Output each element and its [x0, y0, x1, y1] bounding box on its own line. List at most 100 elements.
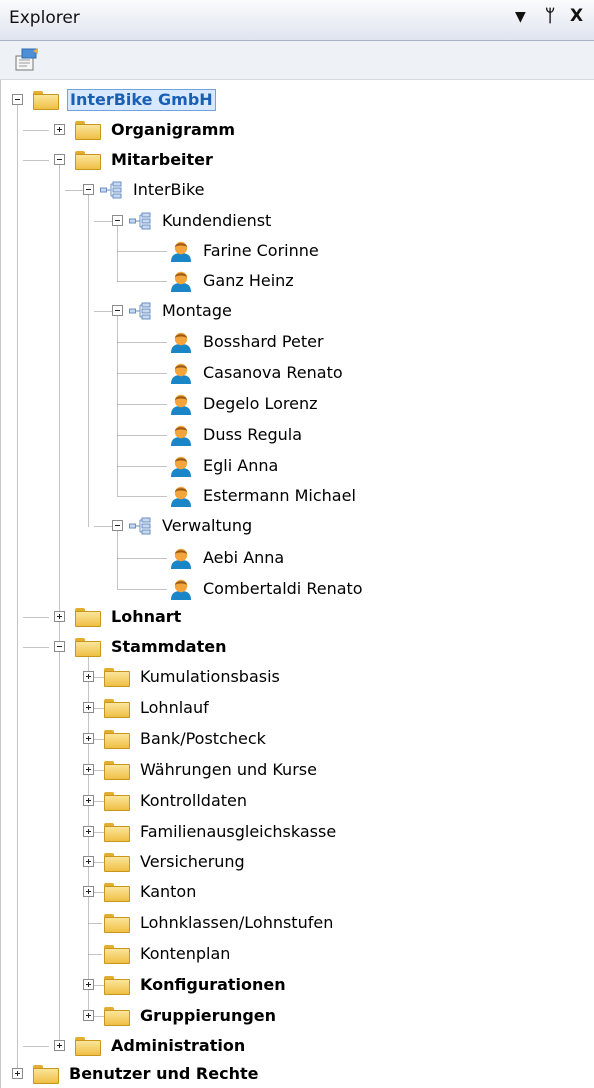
expand-toggle-icon[interactable] — [83, 702, 94, 713]
tree-node-konfigurationen[interactable]: Konfigurationen — [83, 972, 288, 998]
expand-toggle-icon[interactable] — [83, 764, 94, 775]
tree-node-stammdaten[interactable]: Stammdaten — [54, 634, 228, 660]
tree-node-lohnklassen[interactable]: Lohnklassen/Lohnstufen — [104, 910, 335, 936]
expand-toggle-icon[interactable] — [83, 733, 94, 744]
collapse-toggle-icon[interactable] — [83, 184, 94, 195]
tree-node-kumulationsbasis[interactable]: Kumulationsbasis — [83, 664, 282, 690]
collapse-toggle-icon[interactable] — [112, 305, 123, 316]
tree-node-label[interactable]: InterBike GmbH — [67, 89, 216, 111]
tree-node-label[interactable]: Bank/Postcheck — [138, 729, 268, 749]
collapse-toggle-icon[interactable] — [112, 520, 123, 531]
expand-toggle-icon[interactable] — [12, 1068, 23, 1079]
tree-node-casanova-renato[interactable]: Casanova Renato — [169, 360, 345, 386]
folder-icon — [104, 760, 130, 780]
explorer-panel: Explorer ▼ ᛘ X InterBike GmbH Organigram… — [0, 0, 594, 1088]
tree-node-label[interactable]: Lohnart — [109, 607, 183, 627]
tree-node-label[interactable]: Kundendienst — [160, 211, 273, 231]
tree-node-egli-anna[interactable]: Egli Anna — [169, 453, 280, 479]
tree-node-label[interactable]: Administration — [109, 1036, 247, 1056]
collapse-toggle-icon[interactable] — [54, 641, 65, 652]
collapse-toggle-icon[interactable] — [54, 154, 65, 165]
tree-node-label[interactable]: Casanova Renato — [201, 363, 345, 383]
tree-node-farine-corinne[interactable]: Farine Corinne — [169, 238, 321, 264]
expand-toggle-icon[interactable] — [83, 826, 94, 837]
tree-node-benutzer-und-rechte[interactable]: Benutzer und Rechte — [12, 1061, 260, 1087]
tree-node-degelo-lorenz[interactable]: Degelo Lorenz — [169, 391, 320, 417]
expand-toggle-icon[interactable] — [83, 979, 94, 990]
tree-node-administration[interactable]: Administration — [54, 1033, 247, 1059]
tree-node-label[interactable]: Stammdaten — [109, 637, 228, 657]
tree-node-label[interactable]: Familienausgleichskasse — [138, 822, 338, 842]
tree-node-label[interactable]: Combertaldi Renato — [201, 579, 365, 599]
expand-toggle-icon[interactable] — [54, 611, 65, 622]
tree-node-duss-regula[interactable]: Duss Regula — [169, 422, 304, 448]
collapse-toggle-icon[interactable] — [12, 94, 23, 105]
tree-node-gruppierungen[interactable]: Gruppierungen — [83, 1003, 278, 1029]
tree-node-lohnart[interactable]: Lohnart — [54, 604, 183, 630]
tree-node-label[interactable]: Organigramm — [109, 120, 237, 140]
tree-node-organigramm[interactable]: Organigramm — [54, 117, 237, 143]
tree-node-bosshard-peter[interactable]: Bosshard Peter — [169, 329, 326, 355]
tree-node-label[interactable]: Verwaltung — [160, 516, 254, 536]
tree-node-label[interactable]: Lohnklassen/Lohnstufen — [138, 913, 335, 933]
tree-node-label[interactable]: Farine Corinne — [201, 241, 321, 261]
dropdown-icon[interactable]: ▼ — [515, 9, 526, 25]
tree-node-label[interactable]: Kontenplan — [138, 944, 232, 964]
tree-node-ganz-heinz[interactable]: Ganz Heinz — [169, 268, 296, 294]
tree-node-label[interactable]: Mitarbeiter — [109, 150, 215, 170]
tree-node-label[interactable]: Kanton — [138, 882, 198, 902]
tree-node-label[interactable]: Bosshard Peter — [201, 332, 326, 352]
tree-node-montage[interactable]: Montage — [112, 298, 234, 324]
tree-node-kontrolldaten[interactable]: Kontrolldaten — [83, 788, 249, 814]
tree-node-combertaldi-renato[interactable]: Combertaldi Renato — [169, 576, 365, 602]
person-icon — [171, 456, 191, 477]
collapse-toggle-icon[interactable] — [112, 215, 123, 226]
expand-toggle-icon[interactable] — [83, 795, 94, 806]
close-icon[interactable]: X — [570, 6, 583, 26]
tree-node-familienausgleichskasse[interactable]: Familienausgleichskasse — [83, 819, 338, 845]
tree-node-label[interactable]: Konfigurationen — [138, 975, 288, 995]
expand-toggle-icon[interactable] — [83, 671, 94, 682]
tree-node-label[interactable]: Ganz Heinz — [201, 271, 296, 291]
folder-icon — [75, 150, 101, 170]
tree-node-kanton[interactable]: Kanton — [83, 879, 198, 905]
tree-node-label[interactable]: Versicherung — [138, 852, 247, 872]
tree-node-label[interactable]: Egli Anna — [201, 456, 280, 476]
tree-node-mitarbeiter[interactable]: Mitarbeiter — [54, 147, 215, 173]
pin-icon[interactable]: ᛘ — [545, 6, 555, 26]
tree-node-label[interactable]: Duss Regula — [201, 425, 304, 445]
tree-node-verwaltung[interactable]: Verwaltung — [112, 513, 254, 539]
tree-node-interbike[interactable]: InterBike — [83, 177, 207, 203]
folder-icon — [104, 882, 130, 902]
tree-node-label[interactable]: Montage — [160, 301, 234, 321]
expand-toggle-icon[interactable] — [83, 856, 94, 867]
tree-node-label[interactable]: InterBike — [131, 180, 207, 200]
tree-node-label[interactable]: Lohnlauf — [138, 698, 211, 718]
expand-toggle-icon[interactable] — [54, 1040, 65, 1051]
tree-node-label[interactable]: Kumulationsbasis — [138, 667, 282, 687]
properties-icon[interactable] — [13, 47, 39, 73]
tree-node-lohnlauf[interactable]: Lohnlauf — [83, 695, 211, 721]
panel-title: Explorer — [9, 8, 80, 28]
tree-node-versicherung[interactable]: Versicherung — [83, 849, 247, 875]
tree-node-label[interactable]: Degelo Lorenz — [201, 394, 320, 414]
tree-node-label[interactable]: Benutzer und Rechte — [67, 1064, 260, 1084]
tree-node-kontenplan[interactable]: Kontenplan — [104, 941, 232, 967]
expand-toggle-icon[interactable] — [83, 1010, 94, 1021]
tree-node-interbike-gmbh[interactable]: InterBike GmbH — [12, 87, 216, 113]
title-bar: Explorer ▼ ᛘ X — [0, 0, 594, 41]
person-icon — [171, 548, 191, 569]
tree-node-label[interactable]: Währungen und Kurse — [138, 760, 319, 780]
tree-node-label[interactable]: Estermann Michael — [201, 486, 358, 506]
tree-node-aebi-anna[interactable]: Aebi Anna — [169, 545, 286, 571]
person-icon — [171, 271, 191, 292]
tree-node-waehrungen[interactable]: Währungen und Kurse — [83, 757, 319, 783]
expand-toggle-icon[interactable] — [54, 124, 65, 135]
tree-node-label[interactable]: Kontrolldaten — [138, 791, 249, 811]
tree-node-kundendienst[interactable]: Kundendienst — [112, 208, 273, 234]
tree-node-label[interactable]: Aebi Anna — [201, 548, 286, 568]
expand-toggle-icon[interactable] — [83, 886, 94, 897]
tree-node-bank-postcheck[interactable]: Bank/Postcheck — [83, 726, 268, 752]
tree-node-estermann-michael[interactable]: Estermann Michael — [169, 483, 358, 509]
tree-node-label[interactable]: Gruppierungen — [138, 1006, 278, 1026]
